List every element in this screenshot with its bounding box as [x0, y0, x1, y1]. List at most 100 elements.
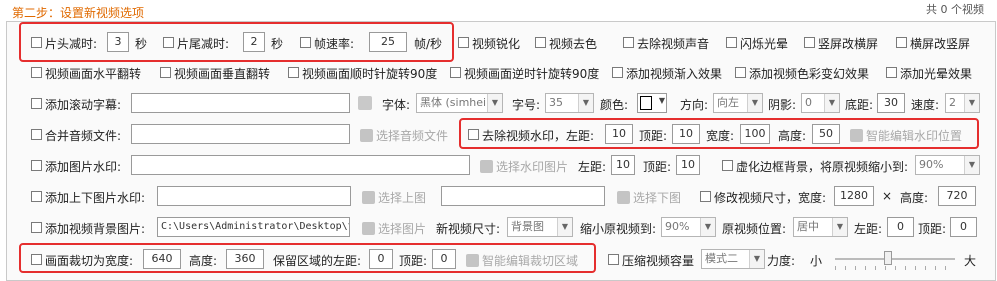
chevron-down-icon: ▼	[964, 156, 979, 174]
background-image-checkbox[interactable]	[31, 222, 42, 233]
strength-slider-track[interactable]	[835, 258, 955, 260]
choose-audio-button[interactable]: 选择音频文件	[360, 127, 448, 144]
font-value: 黑体 (simhei)	[420, 96, 491, 109]
chevron-down-icon: ▼	[749, 250, 764, 268]
font-select[interactable]: 黑体 (simhei) ▼	[416, 93, 503, 113]
merge-audio-input[interactable]	[131, 124, 350, 144]
top-bottom-wm-checkbox[interactable]	[31, 191, 42, 202]
speed-label: 速度:	[911, 98, 940, 112]
speed-value: 2	[949, 96, 956, 109]
blur-scale-select[interactable]: 90% ▼	[915, 155, 980, 175]
img-wm-top-input[interactable]: 10	[676, 155, 700, 175]
merge-audio-checkbox[interactable]	[31, 129, 42, 140]
bg-top-label: 顶距:	[918, 222, 947, 236]
blur-bg-checkbox[interactable]	[722, 160, 733, 171]
compress-mode-select[interactable]: 模式二 ▼	[701, 249, 765, 269]
compress-checkbox[interactable]	[608, 254, 619, 265]
fade-in-label: 添加视频渐入效果	[626, 67, 723, 81]
new-size-value: 背景图	[511, 220, 544, 233]
h2v-checkbox[interactable]	[896, 37, 907, 48]
h2v-label: 横屏改竖屏	[910, 37, 971, 51]
direction-value: 向左	[717, 96, 739, 109]
choose-bottom-image-label: 选择下图	[633, 191, 682, 205]
new-size-select[interactable]: 背景图 ▼	[507, 217, 573, 237]
rotate-cw-label: 视频画面顺时针旋转90度	[302, 67, 438, 81]
image-watermark-checkbox[interactable]	[31, 160, 42, 171]
fade-in-checkbox[interactable]	[612, 67, 623, 78]
hflip-checkbox[interactable]	[31, 67, 42, 78]
merge-audio-label: 合并音频文件:	[45, 129, 122, 143]
image-watermark-input[interactable]	[131, 155, 470, 175]
bg-left-label: 左距:	[854, 222, 883, 236]
v2h-label: 竖屏改横屏	[818, 37, 879, 51]
choose-audio-label: 选择音频文件	[376, 129, 449, 143]
choose-bottom-image-button[interactable]: 选择下图	[617, 189, 681, 206]
shadow-select[interactable]: 0 ▼	[801, 93, 840, 113]
chevron-down-icon: ▼	[747, 94, 762, 112]
color-fx-checkbox[interactable]	[735, 67, 746, 78]
scroll-subtitle-checkbox[interactable]	[31, 98, 42, 109]
choose-top-image-button[interactable]: 选择上图	[362, 189, 426, 206]
highlight-box-trim-fps	[19, 22, 454, 62]
bottom-margin-label: 底距:	[845, 98, 874, 112]
size-select[interactable]: 35 ▼	[545, 93, 594, 113]
bottom-margin-input[interactable]: 30	[877, 93, 905, 113]
blur-bg-label: 虚化边框背景，将原视频缩小到:	[736, 160, 909, 174]
color-picker[interactable]: ▼	[637, 93, 667, 113]
shrink-label: 缩小原视频到:	[580, 222, 657, 236]
compress-mode-value: 模式二	[705, 252, 738, 265]
choose-watermark-image-button[interactable]: 选择水印图片	[480, 158, 568, 175]
sharpen-checkbox[interactable]	[458, 37, 469, 48]
image-icon	[362, 191, 375, 204]
strength-slider-knob[interactable]	[883, 251, 892, 265]
decolor-checkbox[interactable]	[535, 37, 546, 48]
background-path-input[interactable]: C:\Users\Administrator\Desktop\t	[157, 217, 350, 237]
v2h-checkbox[interactable]	[804, 37, 815, 48]
choose-image-button[interactable]: 选择图片	[362, 220, 426, 237]
bg-left-input[interactable]: 0	[887, 217, 914, 237]
top-image-input[interactable]	[157, 186, 351, 206]
resize-height-label: 高度:	[900, 191, 929, 205]
img-wm-left-label: 左距:	[578, 160, 607, 174]
strength-large-label: 大	[964, 254, 977, 268]
rotate-ccw-checkbox[interactable]	[450, 67, 461, 78]
scroll-subtitle-input[interactable]	[131, 93, 350, 113]
resize-checkbox[interactable]	[700, 191, 711, 202]
img-wm-left-input[interactable]: 10	[611, 155, 635, 175]
color-label: 颜色:	[600, 98, 629, 112]
speed-select[interactable]: 2 ▼	[945, 93, 980, 113]
scroll-subtitle-label: 添加滚动字幕:	[45, 98, 122, 112]
sharpen-label: 视频锐化	[472, 37, 521, 51]
choose-watermark-image-label: 选择水印图片	[496, 160, 569, 174]
shrink-select[interactable]: 90% ▼	[661, 217, 716, 237]
strength-slider-ticks	[835, 266, 955, 270]
chevron-down-icon: ▼	[487, 94, 502, 112]
color-swatch	[640, 96, 652, 110]
new-size-label: 新视频尺寸:	[436, 222, 501, 236]
speaker-icon	[360, 129, 373, 142]
bg-top-input[interactable]: 0	[950, 217, 977, 237]
resize-label: 修改视频尺寸，宽度:	[714, 191, 827, 205]
background-image-label: 添加视频背景图片:	[45, 222, 146, 236]
subtitle-edit-icon[interactable]	[358, 96, 372, 110]
size-value: 35	[549, 96, 563, 109]
step-title: 第二步：设置新视频选项	[12, 6, 145, 20]
strength-label: 力度:	[767, 254, 796, 268]
chevron-down-icon: ▼	[964, 94, 979, 112]
remove-audio-checkbox[interactable]	[623, 37, 634, 48]
resize-height-input[interactable]: 720	[938, 186, 976, 206]
position-select[interactable]: 居中 ▼	[793, 217, 848, 237]
rotate-cw-checkbox[interactable]	[288, 67, 299, 78]
direction-select[interactable]: 向左 ▼	[713, 93, 763, 113]
chevron-down-icon: ▼	[578, 94, 593, 112]
direction-label: 方向:	[680, 98, 709, 112]
font-label: 字体:	[382, 98, 411, 112]
bottom-image-input[interactable]	[441, 186, 605, 206]
remove-audio-label: 去除视频声音	[637, 37, 710, 51]
resize-width-input[interactable]: 1280	[834, 186, 874, 206]
rotate-ccw-label: 视频画面逆时针旋转90度	[464, 67, 600, 81]
flash-label: 闪烁光晕	[740, 37, 789, 51]
halo-checkbox[interactable]	[886, 67, 897, 78]
vflip-checkbox[interactable]	[160, 67, 171, 78]
flash-checkbox[interactable]	[726, 37, 737, 48]
